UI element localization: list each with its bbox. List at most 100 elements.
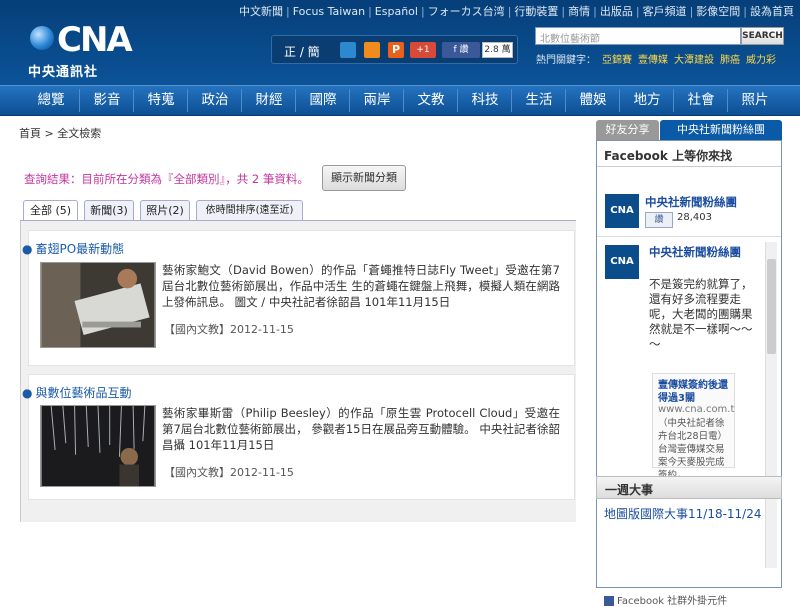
nav-item[interactable]: 照片 — [728, 86, 782, 115]
nav-item[interactable]: 影音 — [80, 86, 134, 115]
bullet-icon: ● — [22, 242, 33, 256]
nav-item[interactable]: 體娛 — [566, 86, 620, 115]
nav-separator — [349, 89, 350, 112]
logo-name: 中央通訊社 — [28, 65, 99, 80]
rss-icon[interactable] — [364, 42, 380, 58]
fan-page-name[interactable]: 中央社新聞粉絲團 — [645, 194, 737, 210]
nav-separator — [79, 89, 80, 112]
nav-item[interactable]: 國際 — [296, 86, 350, 115]
week-news-item[interactable]: 地圖版國際大事11/18-11/24 — [604, 505, 762, 522]
tab-friend-share[interactable]: 好友分享 — [596, 120, 659, 140]
top-link[interactable]: 設為首頁 — [750, 5, 794, 18]
post-text: 不是簽完約就算了，還有好多流程要走呢，大老闆的團購果然就是不一樣啊～～～ — [649, 277, 753, 351]
nav-separator — [673, 89, 674, 112]
link-card-url: www.cna.com.t — [658, 404, 735, 415]
entry-meta-2: 【國內文教】2012-11-15 — [164, 466, 294, 479]
search-button[interactable]: SEARCH — [741, 27, 784, 45]
tab-photos[interactable]: 照片(2) — [140, 200, 190, 221]
entry-title-1[interactable]: ● 畜翅PO最新動態 — [22, 240, 124, 257]
tab-fan-page[interactable]: 中央社新聞粉絲團 — [660, 120, 782, 140]
header: 中文新聞 | Focus Taiwan | Español | フォーカス台湾 | 行動裝置 | 商… — [0, 0, 800, 85]
nav-item[interactable]: 地方 — [620, 86, 674, 115]
globe-icon — [30, 26, 54, 50]
nav-separator — [565, 89, 566, 112]
top-link[interactable]: 出版品 — [600, 5, 633, 18]
toolbox: 正 / 簡 P +1 f 讚 2.8 萬 — [271, 35, 518, 64]
nav-item[interactable]: 特蒐 — [134, 86, 188, 115]
top-link[interactable]: Español — [375, 5, 418, 18]
tab-sort-time[interactable]: 依時間排序(遠至近) — [196, 200, 303, 221]
top-link[interactable]: Focus Taiwan — [293, 5, 365, 18]
entry-title-2[interactable]: ● 與數位藝術品互動 — [22, 384, 132, 401]
nav-separator — [133, 89, 134, 112]
link-card-title[interactable]: 壹傳媒簽約後還得過3關 — [658, 379, 733, 405]
like-count: 28,403 — [677, 212, 712, 223]
week-news-header: 一週大事 — [596, 476, 782, 499]
top-link[interactable]: 客戶頻道 — [643, 5, 687, 18]
nav-item[interactable]: 生活 — [512, 86, 566, 115]
search-input[interactable]: 北數位藝術節 — [535, 27, 741, 45]
top-link[interactable]: 影像空間 — [696, 5, 740, 18]
wrench-icon[interactable] — [340, 42, 356, 58]
link-card-desc: （中央社記者徐卉台北28日電）台灣壹傳媒交易案今天麥股完成簽約， — [658, 418, 728, 481]
nav-item[interactable]: 文教 — [404, 86, 458, 115]
facebook-like-button[interactable]: f 讚 — [442, 42, 480, 58]
nav-separator — [619, 89, 620, 112]
hot-keywords-label: 熱門關鍵字： — [536, 55, 596, 66]
cna-logo[interactable]: CNA 中央通訊社 — [17, 20, 133, 80]
entry-text-1: 藝術家鮑文（David Bowen）的作品「蒼蠅推特日誌Fly Tweet」受邀… — [162, 263, 560, 309]
hot-keyword[interactable]: 肺癌 — [720, 55, 740, 66]
nav-item[interactable]: 總覽 — [24, 86, 78, 115]
hot-keyword[interactable]: 壹傳媒 — [638, 55, 668, 66]
nav-separator — [457, 89, 458, 112]
nav-separator — [295, 89, 296, 112]
link-separator: | — [286, 5, 290, 18]
entry-meta-1: 【國內文教】2012-11-15 — [164, 323, 294, 336]
post-author[interactable]: 中央社新聞粉絲團 — [649, 245, 759, 260]
link-separator: | — [689, 5, 694, 18]
logo-brand: CNA — [57, 20, 133, 60]
language-toggle[interactable]: 正 / 簡 — [284, 43, 320, 60]
nav-item[interactable]: 科技 — [458, 86, 512, 115]
link-separator: | — [743, 5, 747, 18]
top-link[interactable]: 商情 — [568, 5, 590, 18]
bullet-icon: ● — [22, 386, 33, 400]
facebook-like-count: 2.8 萬 — [482, 42, 513, 58]
result-summary: 查詢結果：目前所在分類為『全部類別』，共 2 筆資料。 — [24, 172, 309, 186]
nav-separator — [187, 89, 188, 112]
facebook-widget-title: Facebook 上等你來找 — [597, 141, 781, 167]
hot-keyword[interactable]: 大潭建設 — [674, 55, 714, 66]
nav-item[interactable]: 政治 — [188, 86, 242, 115]
link-separator: | — [420, 5, 425, 18]
facebook-plugin-link[interactable]: Facebook 社群外掛元件 — [604, 592, 727, 607]
plurk-icon[interactable]: P — [388, 42, 404, 58]
nav-separator — [403, 89, 404, 112]
link-separator: | — [368, 5, 372, 18]
nav-item[interactable]: 財經 — [242, 86, 296, 115]
top-links: 中文新聞 | Focus Taiwan | Español | フォーカス台湾 | 行動裝置 | 商… — [239, 3, 794, 19]
entry-thumbnail-2[interactable] — [40, 405, 156, 487]
feed-scroll-thumb[interactable] — [767, 259, 776, 354]
tab-all[interactable]: 全部 (5) — [23, 200, 78, 221]
nav-item[interactable]: 社會 — [674, 86, 728, 115]
google-plus-button[interactable]: +1 — [410, 42, 436, 58]
link-separator: | — [561, 5, 566, 18]
nav-item[interactable]: 兩岸 — [350, 86, 404, 115]
sidebar: 好友分享 中央社新聞粉絲團 Facebook 上等你來找 CNA 中央社新聞粉絲… — [596, 120, 782, 607]
link-separator: | — [635, 5, 640, 18]
entry-thumbnail-1[interactable] — [40, 262, 156, 348]
hot-keywords: 熱門關鍵字： 亞錦賽 壹傳媒 大潭建設 肺癌 威力彩 — [536, 51, 776, 66]
tab-news[interactable]: 新聞(3) — [84, 200, 134, 221]
breadcrumb: 首頁 > 全文檢索 — [19, 127, 102, 140]
post-avatar[interactable]: CNA — [605, 245, 639, 279]
show-category-button[interactable]: 顯示新聞分類 — [322, 165, 406, 191]
top-link[interactable]: フォーカス台湾 — [428, 5, 505, 18]
cna-page-avatar[interactable]: CNA — [605, 194, 639, 228]
hot-keyword[interactable]: 威力彩 — [746, 55, 776, 66]
top-link[interactable]: 中文新聞 — [239, 5, 283, 18]
top-link[interactable]: 行動裝置 — [514, 5, 558, 18]
link-separator: | — [507, 5, 512, 18]
like-button[interactable]: 讚 — [645, 212, 673, 228]
nav-separator — [241, 89, 242, 112]
hot-keyword[interactable]: 亞錦賽 — [602, 55, 632, 66]
